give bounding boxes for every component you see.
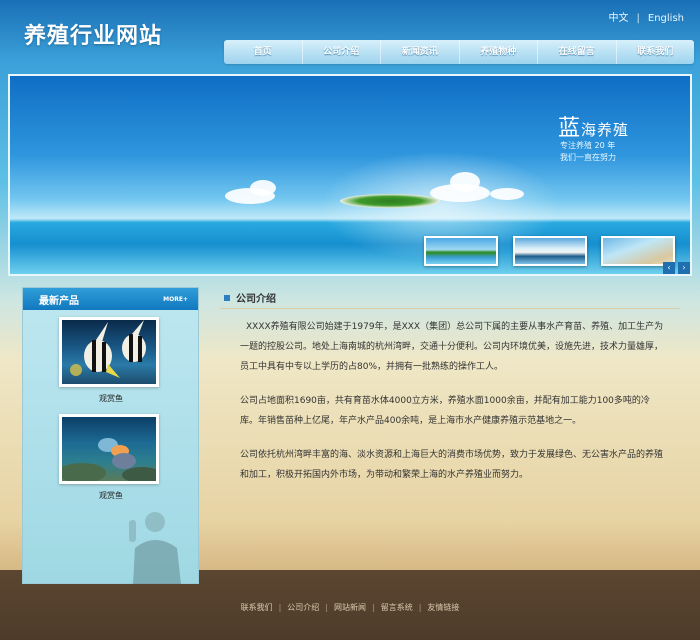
reef-illustration <box>62 438 156 481</box>
banner-subtitle-line2: 我们一直在努力 <box>560 153 616 162</box>
intro-paragraph-3: 公司依托杭州湾畔丰富的海、淡水资源和上海巨大的消费市场优势，致力于发展绿色、无公… <box>240 450 664 480</box>
content-header: 公司介绍 <box>220 287 680 309</box>
banner-cloud <box>450 172 480 192</box>
banner-title-big: 蓝 <box>558 116 582 141</box>
footer-link-friends[interactable]: 友情链接 <box>427 603 459 612</box>
header: 养殖行业网站 中文 | English 首页 公司介绍 新闻资讯 养殖物种 在线留言… <box>0 0 700 70</box>
footer-link-contact[interactable]: 联系我们 <box>241 603 273 612</box>
banner-thumb-island[interactable] <box>424 236 498 266</box>
bullet-icon <box>224 294 230 301</box>
footer: 联系我们 | 公司介绍 | 网站新闻 | 留言系统 | 友情链接 <box>0 602 700 613</box>
product-name[interactable]: 观赏鱼 <box>59 393 163 404</box>
footer-separator: | <box>278 603 282 612</box>
site-title: 养殖行业网站 <box>24 24 163 49</box>
banner-title: 蓝海养殖 <box>558 110 629 142</box>
banner-cloud <box>490 188 524 200</box>
product-image-butterflyfish[interactable] <box>59 317 159 387</box>
footer-separator: | <box>372 603 375 612</box>
language-switcher: 中文 | English <box>605 9 688 24</box>
fish-illustration <box>70 320 146 378</box>
more-link[interactable]: MORE+ <box>163 296 188 303</box>
intro-paragraph-2: 公司占地面积1690亩，共有育苗水体4000立方米，养殖水面1000余亩，并配有… <box>240 396 650 426</box>
product-name[interactable]: 观赏鱼 <box>59 490 163 501</box>
nav-species[interactable]: 养殖物种 <box>460 40 538 64</box>
sidebar-title: 最新产品 <box>39 295 79 307</box>
banner-island <box>340 194 440 208</box>
hero-banner: 蓝海养殖 专注养殖 20 年 我们一直在努力 ‹ › <box>8 74 692 276</box>
sidebar-latest-products: 最新产品 MORE+ 观赏鱼 观赏鱼 <box>22 287 199 584</box>
person-silhouette <box>129 512 181 584</box>
banner-next-icon[interactable]: › <box>678 262 690 274</box>
lang-separator: | <box>636 13 640 24</box>
intro-paragraph-1: XXXX养殖有限公司始建于1979年，是XXX（集团）总公司下属的主要从事水产育… <box>240 322 664 372</box>
banner-prev-icon[interactable]: ‹ <box>663 262 675 274</box>
nav-home[interactable]: 首页 <box>224 40 303 64</box>
footer-link-news[interactable]: 网站新闻 <box>334 603 366 612</box>
banner-subtitle-line1: 专注养殖 20 年 <box>560 141 616 150</box>
nav-about[interactable]: 公司介绍 <box>303 40 381 64</box>
banner-thumb-ship[interactable] <box>513 236 587 266</box>
banner-subtitle: 专注养殖 20 年 我们一直在努力 <box>560 140 616 164</box>
footer-separator: | <box>325 603 328 612</box>
footer-separator: | <box>418 603 422 612</box>
lang-english-link[interactable]: English <box>648 13 684 24</box>
footer-link-about[interactable]: 公司介绍 <box>287 603 319 612</box>
product-item[interactable]: 观赏鱼 <box>59 317 163 404</box>
content-title: 公司介绍 <box>236 294 276 305</box>
main-nav: 首页 公司介绍 新闻资讯 养殖物种 在线留言 联系我们 <box>224 40 694 64</box>
product-image-reef-fish[interactable] <box>59 414 159 484</box>
main-content: 公司介绍 XXXX养殖有限公司始建于1979年，是XXX（集团）总公司下属的主要… <box>220 287 680 485</box>
banner-title-rest: 海养殖 <box>581 121 630 139</box>
product-item[interactable]: 观赏鱼 <box>59 414 163 501</box>
lang-chinese-link[interactable]: 中文 <box>609 13 629 24</box>
sidebar-header: 最新产品 MORE+ <box>23 288 198 310</box>
nav-guestbook[interactable]: 在线留言 <box>538 40 617 64</box>
nav-news[interactable]: 新闻资讯 <box>381 40 460 64</box>
nav-contact[interactable]: 联系我们 <box>617 40 695 64</box>
footer-link-guestbook[interactable]: 留言系统 <box>381 603 413 612</box>
banner-cloud <box>250 180 276 196</box>
